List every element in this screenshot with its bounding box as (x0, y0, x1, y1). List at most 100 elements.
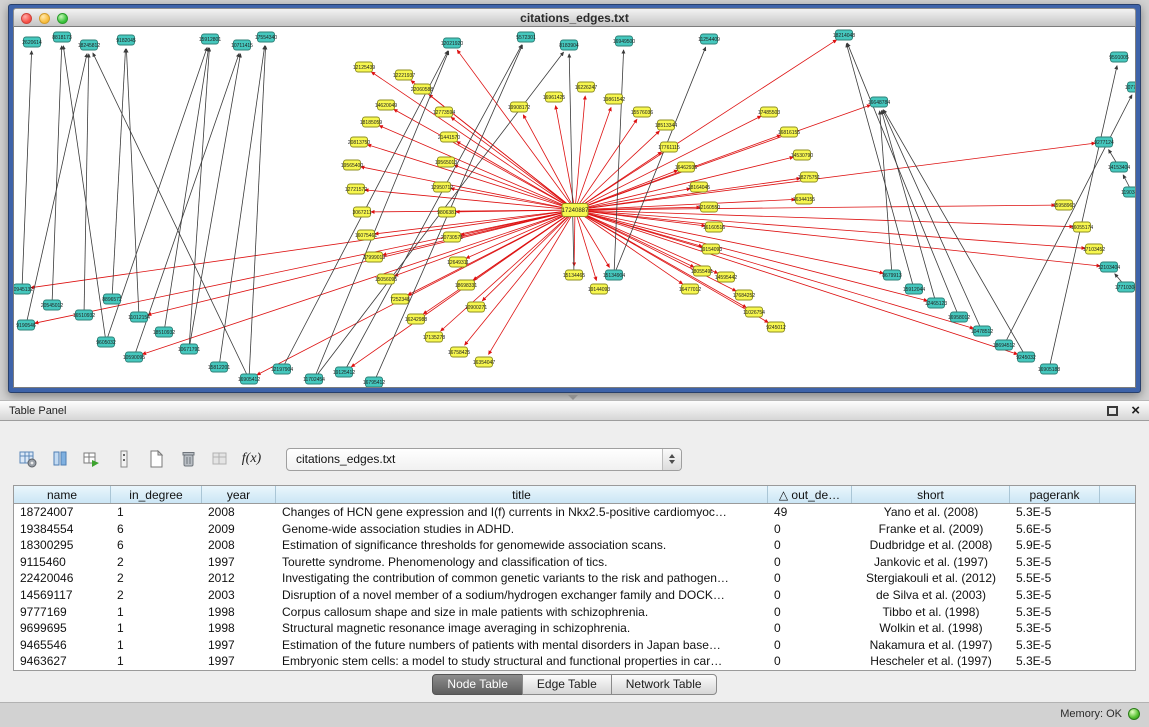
graph-node[interactable]: 15912801 (199, 34, 221, 44)
graph-node[interactable]: 9277124 (1094, 137, 1114, 147)
graph-node[interactable]: 15056095 (375, 274, 397, 284)
graph-node[interactable]: 12125439 (353, 62, 375, 72)
graph-node[interactable]: 9806381 (437, 207, 457, 217)
graph-node[interactable]: 15576036 (631, 107, 653, 117)
table-row[interactable]: 946554611997Estimation of the future num… (14, 637, 1135, 654)
graph-node[interactable]: 17684252 (733, 290, 755, 300)
graph-node[interactable]: 12465123 (925, 298, 947, 308)
graph-node[interactable]: 10478512 (971, 326, 993, 336)
delete-table-button[interactable] (174, 446, 201, 473)
tab-network-table[interactable]: Network Table (611, 674, 717, 695)
graph-node[interactable]: 14595442 (715, 272, 737, 282)
graph-node[interactable]: 15134904 (603, 270, 625, 280)
graph-node[interactable]: 18275751 (798, 172, 820, 182)
table-row[interactable]: 1872400712008Changes of HCN gene express… (14, 504, 1135, 521)
table-row[interactable]: 1830029562008Estimation of significance … (14, 537, 1135, 554)
table-settings-button[interactable] (14, 446, 41, 473)
graph-node[interactable]: 14530790 (791, 150, 813, 160)
function-builder-button[interactable]: f(x) (238, 446, 265, 473)
graph-node[interactable]: 12721572 (345, 184, 367, 194)
graph-node[interactable]: 18698331 (455, 280, 477, 290)
graph-node[interactable]: 18694512 (993, 340, 1015, 350)
graph-node[interactable]: 18055491 (691, 266, 713, 276)
minimize-button[interactable] (39, 13, 50, 24)
graph-node[interactable]: 12773594 (433, 107, 455, 117)
graph-node[interactable]: 21441570 (438, 132, 460, 142)
graph-node[interactable]: 14620049 (375, 100, 397, 110)
graph-node[interactable]: 10945132 (14, 284, 33, 294)
network-window-titlebar[interactable]: citations_edges.txt (13, 8, 1136, 27)
graph-node[interactable]: 11903404 (1121, 187, 1136, 197)
graph-node[interactable]: 16795412 (363, 377, 385, 387)
graph-node[interactable]: 18245812 (78, 40, 100, 50)
graph-node[interactable]: 19154093 (700, 244, 722, 254)
close-button[interactable] (21, 13, 32, 24)
graph-node[interactable]: 18513344 (655, 120, 677, 130)
graph-node[interactable]: 16242988 (405, 314, 427, 324)
graph-node[interactable]: 15134465 (563, 270, 585, 280)
table-row[interactable]: 1456911722003Disruption of a novel membe… (14, 587, 1135, 604)
graph-node[interactable]: 12221937 (393, 70, 415, 80)
graph-node[interactable]: 17554340 (255, 32, 277, 42)
graph-node[interactable]: 14153404 (1108, 162, 1130, 172)
graph-node[interactable]: 19125412 (333, 367, 355, 377)
graph-node[interactable]: 19565400 (341, 160, 363, 170)
new-table-button[interactable] (142, 446, 169, 473)
graph-node[interactable]: 16226247 (575, 82, 597, 92)
rename-table-button-disabled[interactable] (206, 446, 233, 473)
graph-node[interactable]: 16958012 (948, 312, 970, 322)
graph-node[interactable]: 8818173 (52, 32, 72, 42)
tab-edge-table[interactable]: Edge Table (522, 674, 612, 695)
combobox-stepper-icon[interactable] (662, 449, 681, 470)
graph-node[interactable]: 22060588 (411, 84, 433, 94)
table-row[interactable]: 911546021997Tourette syndrome. Phenomeno… (14, 554, 1135, 571)
graph-node[interactable]: 16354047 (473, 357, 495, 367)
graph-node[interactable]: 17761115 (658, 142, 680, 152)
table-row[interactable]: 977716911998Corpus callosum shape and si… (14, 604, 1135, 621)
graph-node[interactable]: 18510932 (153, 327, 175, 337)
graph-node[interactable]: 16905188 (1038, 364, 1060, 374)
graph-node[interactable]: 17240887 (562, 204, 589, 217)
graph-node[interactable]: 16758425 (448, 347, 470, 357)
row-tools-button[interactable] (110, 446, 137, 473)
graph-node[interactable]: 17710304 (1115, 282, 1136, 292)
graph-node[interactable]: 11012154 (128, 312, 150, 322)
graph-node[interactable]: 12021920 (441, 38, 463, 48)
graph-node[interactable]: 16961425 (543, 92, 565, 102)
graph-node[interactable]: 10671791 (178, 344, 200, 354)
column-header-out_degree[interactable]: △ out_de… (768, 486, 852, 503)
graph-node[interactable]: 8183904 (559, 40, 579, 50)
column-header-in_degree[interactable]: in_degree (111, 486, 202, 503)
column-header-name[interactable]: name (14, 486, 111, 503)
column-chooser-button[interactable] (46, 446, 73, 473)
graph-node[interactable]: 15958963 (1053, 200, 1075, 210)
graph-node[interactable]: 3067211 (352, 207, 371, 217)
table-selector-combobox[interactable]: citations_edges.txt (286, 448, 682, 471)
graph-node[interactable]: 12950712 (431, 182, 453, 192)
network-canvas[interactable]: 2620614881817318245812918204515912801107… (13, 27, 1136, 388)
graph-node[interactable]: 10900271 (465, 302, 487, 312)
column-header-title[interactable]: title (276, 486, 768, 503)
table-row[interactable]: 946362711997Embryonic stem cells: a mode… (14, 653, 1135, 670)
zoom-button[interactable] (57, 13, 68, 24)
graph-node[interactable]: 12197904 (271, 364, 293, 374)
graph-node[interactable]: 7252348 (390, 294, 410, 304)
import-table-button[interactable] (78, 446, 105, 473)
tab-node-table[interactable]: Node Table (432, 674, 523, 695)
graph-node[interactable]: 16949500 (613, 36, 635, 46)
graph-node[interactable]: 20730571 (441, 232, 463, 242)
graph-node[interactable]: 17485503 (758, 107, 780, 117)
graph-node[interactable]: 2620614 (22, 37, 42, 47)
graph-node[interactable]: 10590095 (123, 352, 145, 362)
graph-node[interactable]: 19861542 (603, 94, 625, 104)
graph-node[interactable]: 18185059 (360, 117, 382, 127)
graph-node[interactable]: 16510932 (73, 310, 95, 320)
table-row[interactable]: 969969511998Structural magnetic resonanc… (14, 620, 1135, 637)
graph-node[interactable]: 16055174 (1071, 222, 1093, 232)
graph-node[interactable]: 16816155 (778, 127, 800, 137)
graph-node[interactable]: 16075461 (355, 230, 377, 240)
graph-node[interactable]: 18164045 (688, 182, 710, 192)
graph-node[interactable]: 9591005 (1109, 52, 1129, 62)
graph-node[interactable]: 17999013 (363, 252, 385, 262)
graph-node[interactable]: 9182045 (116, 35, 136, 45)
